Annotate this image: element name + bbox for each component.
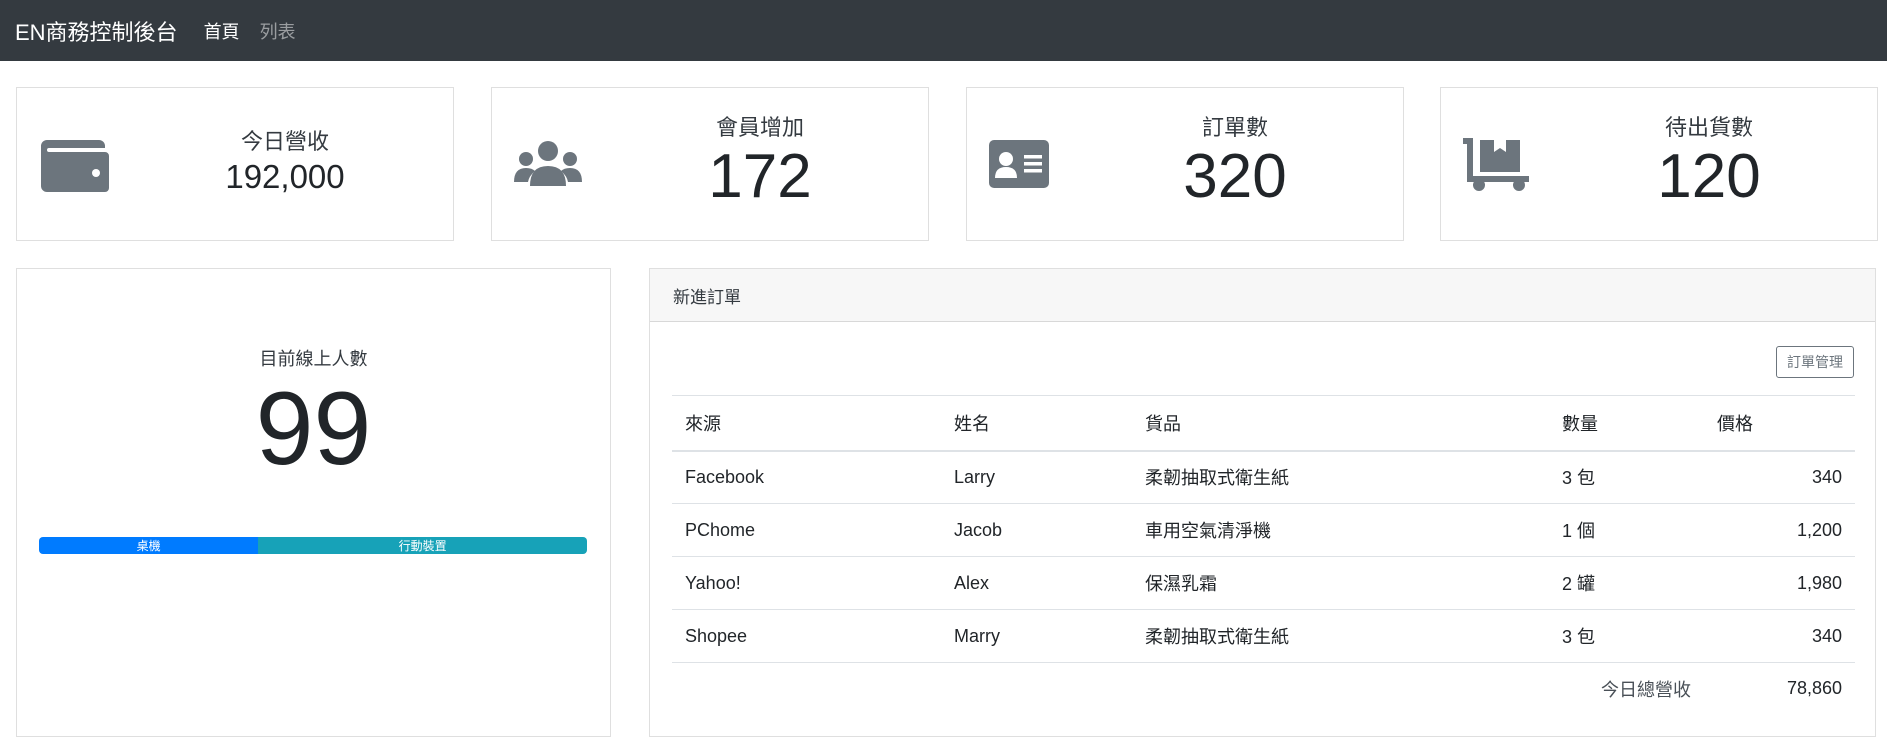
cell-qty: 1 個 <box>1549 503 1704 557</box>
column-header-name[interactable]: 姓名 <box>941 395 1132 452</box>
cell-qty: 3 包 <box>1562 468 1596 489</box>
new-orders-header: 新進訂單 <box>650 269 1875 322</box>
table-row[interactable]: Yahoo! Alex 保濕乳霜 2 罐 1,980 <box>672 556 1855 610</box>
column-header-item[interactable]: 貨品 <box>1132 395 1549 452</box>
stat-label: 會員增加 <box>715 115 804 140</box>
stat-card-orders: 訂單數 320 <box>966 87 1404 241</box>
cell-qty: 2 罐 <box>1549 556 1704 610</box>
stat-card-pending: 待出貨數 120 <box>1440 87 1878 241</box>
cell-qty: 3 包 <box>1549 609 1704 663</box>
nav-link-home[interactable]: 首頁 <box>204 18 240 44</box>
stat-value: 172 <box>708 142 812 211</box>
stat-value: 120 <box>1657 142 1761 211</box>
column-header-price[interactable]: 價格 <box>1704 395 1855 452</box>
progress-segment-desktop: 桌機 <box>39 537 259 554</box>
order-management-button[interactable]: 訂單管理 <box>1776 346 1854 378</box>
stat-card-members: 會員增加 172 <box>491 87 929 241</box>
nav-link-list[interactable]: 列表 <box>260 18 296 44</box>
cell-source: Yahoo! <box>672 556 941 610</box>
stat-value: 192,000 <box>225 158 345 195</box>
cell-name: Jacob <box>941 503 1132 557</box>
top-navbar: EN商務控制後台 首頁 列表 <box>0 0 1887 61</box>
table-row[interactable]: Shopee Marry 柔韌抽取式衛生紙 3 包 340 <box>672 609 1855 663</box>
cell-item: 保濕乳霜 <box>1132 556 1549 610</box>
cell-price: 1,200 <box>1704 503 1855 557</box>
table-row[interactable]: Facebook Larry 柔韌抽取式衛生紙 3 包 340 <box>672 451 1855 504</box>
progress-segment-mobile: 行動裝置 <box>258 537 587 554</box>
brand-title[interactable]: EN商務控制後台 <box>15 15 178 47</box>
stat-card-revenue: 今日營收 192,000 <box>16 87 454 241</box>
cell-name: Marry <box>941 609 1132 663</box>
stat-body: 訂單數 320 <box>1067 88 1403 240</box>
total-revenue-value: 78,860 <box>1704 662 1855 715</box>
online-users-value: 99 <box>255 371 372 487</box>
stat-label: 待出貨數 <box>1664 115 1753 140</box>
cell-price: 340 <box>1811 466 1842 487</box>
dolly-icon <box>1463 136 1531 192</box>
cell-price: 340 <box>1704 609 1855 663</box>
stat-body: 待出貨數 120 <box>1541 88 1877 240</box>
total-revenue-label: 今日總營收 <box>672 662 1704 715</box>
column-header-qty[interactable]: 數量 <box>1549 395 1704 452</box>
new-orders-card: 新進訂單 訂單管理 來源 姓名 貨品 數量 價格 Facebook Larry … <box>649 268 1876 737</box>
cell-price: 1,980 <box>1704 556 1855 610</box>
id-card-icon <box>989 140 1049 188</box>
cell-item: 柔韌抽取式衛生紙 <box>1145 468 1289 489</box>
stat-label: 今日營收 <box>240 129 329 154</box>
orders-table: 來源 姓名 貨品 數量 價格 Facebook Larry 柔韌抽取式衛生紙 3… <box>672 395 1855 715</box>
wallet-icon <box>39 136 111 194</box>
online-users-card: 目前線上人數 99 桌機 行動裝置 <box>16 268 611 737</box>
cell-source: Facebook <box>685 466 765 487</box>
cell-source: PChome <box>672 503 941 557</box>
cell-item: 柔韌抽取式衛生紙 <box>1132 609 1549 663</box>
stat-body: 會員增加 172 <box>592 88 928 240</box>
table-row[interactable]: PChome Jacob 車用空氣清淨機 1 個 1,200 <box>672 503 1855 557</box>
column-header-source[interactable]: 來源 <box>672 395 941 452</box>
cell-name: Larry <box>954 466 996 487</box>
stat-body: 今日營收 192,000 <box>117 88 453 240</box>
cell-name: Alex <box>941 556 1132 610</box>
cell-source: Shopee <box>672 609 941 663</box>
stat-value: 320 <box>1183 142 1287 211</box>
stat-label: 訂單數 <box>1201 115 1268 140</box>
online-users-label: 目前線上人數 <box>259 349 368 369</box>
users-icon <box>514 140 582 188</box>
cell-item: 車用空氣清淨機 <box>1132 503 1549 557</box>
device-progress-bar: 桌機 行動裝置 <box>39 537 587 554</box>
total-row: 今日總營收 78,860 <box>672 662 1855 715</box>
table-header-row: 來源 姓名 貨品 數量 價格 <box>672 395 1855 452</box>
